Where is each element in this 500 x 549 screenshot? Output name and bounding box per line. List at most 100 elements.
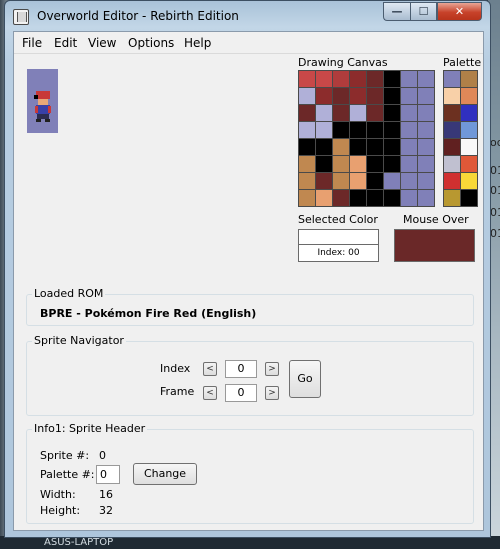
canvas-pixel[interactable] [299,88,315,104]
canvas-pixel[interactable] [333,88,349,104]
palette-swatch[interactable] [461,139,477,155]
canvas-pixel[interactable] [333,71,349,87]
index-prev-button[interactable]: < [203,362,217,376]
canvas-pixel[interactable] [350,139,366,155]
canvas-pixel[interactable] [316,122,332,138]
palette-swatch[interactable] [461,88,477,104]
menu-file[interactable]: File [22,36,42,50]
canvas-pixel[interactable] [367,88,383,104]
canvas-pixel[interactable] [418,122,434,138]
canvas-pixel[interactable] [418,156,434,172]
canvas-pixel[interactable] [299,156,315,172]
canvas-pixel[interactable] [367,105,383,121]
palette-number-input[interactable]: 0 [96,465,120,484]
canvas-pixel[interactable] [367,122,383,138]
palette-swatch[interactable] [461,190,477,206]
canvas-pixel[interactable] [384,105,400,121]
canvas-pixel[interactable] [401,105,417,121]
canvas-pixel[interactable] [384,88,400,104]
canvas-pixel[interactable] [384,122,400,138]
canvas-pixel[interactable] [316,71,332,87]
canvas-pixel[interactable] [350,88,366,104]
frame-next-button[interactable]: > [265,386,279,400]
canvas-pixel[interactable] [333,139,349,155]
maximize-button[interactable]: ☐ [410,2,437,21]
title-bar[interactable]: Overworld Editor - Rebirth Edition — ☐ ✕ [5,1,490,31]
canvas-pixel[interactable] [401,156,417,172]
canvas-pixel[interactable] [333,122,349,138]
canvas-pixel[interactable] [333,156,349,172]
minimize-button[interactable]: — [383,2,410,21]
canvas-pixel[interactable] [299,122,315,138]
palette-swatch[interactable] [461,105,477,121]
palette-grid[interactable] [443,70,478,207]
menu-options[interactable]: Options [128,36,174,50]
canvas-pixel[interactable] [418,88,434,104]
palette-swatch[interactable] [444,88,460,104]
canvas-pixel[interactable] [418,71,434,87]
palette-swatch[interactable] [444,156,460,172]
menu-help[interactable]: Help [184,36,211,50]
canvas-pixel[interactable] [316,173,332,189]
canvas-pixel[interactable] [316,139,332,155]
palette-swatch[interactable] [461,122,477,138]
canvas-pixel[interactable] [401,122,417,138]
canvas-pixel[interactable] [401,190,417,206]
palette-swatch[interactable] [461,173,477,189]
canvas-pixel[interactable] [367,139,383,155]
canvas-pixel[interactable] [333,173,349,189]
frame-prev-button[interactable]: < [203,386,217,400]
canvas-pixel[interactable] [384,156,400,172]
canvas-pixel[interactable] [299,105,315,121]
drawing-canvas[interactable] [298,70,435,207]
canvas-pixel[interactable] [367,156,383,172]
canvas-pixel[interactable] [333,105,349,121]
canvas-pixel[interactable] [350,71,366,87]
close-button[interactable]: ✕ [437,2,482,21]
palette-swatch[interactable] [444,122,460,138]
canvas-pixel[interactable] [384,190,400,206]
canvas-pixel[interactable] [350,190,366,206]
palette-swatch[interactable] [444,139,460,155]
canvas-pixel[interactable] [401,88,417,104]
canvas-pixel[interactable] [418,105,434,121]
canvas-pixel[interactable] [401,139,417,155]
go-button[interactable]: Go [289,360,321,398]
palette-swatch[interactable] [461,156,477,172]
canvas-pixel[interactable] [418,173,434,189]
palette-swatch[interactable] [444,190,460,206]
canvas-pixel[interactable] [299,71,315,87]
canvas-pixel[interactable] [401,173,417,189]
canvas-pixel[interactable] [384,71,400,87]
canvas-pixel[interactable] [316,190,332,206]
canvas-pixel[interactable] [350,156,366,172]
canvas-pixel[interactable] [299,190,315,206]
canvas-pixel[interactable] [350,105,366,121]
canvas-pixel[interactable] [384,139,400,155]
canvas-pixel[interactable] [350,122,366,138]
frame-input[interactable]: 0 [225,384,257,402]
menu-edit[interactable]: Edit [54,36,77,50]
index-next-button[interactable]: > [265,362,279,376]
palette-swatch[interactable] [444,173,460,189]
canvas-pixel[interactable] [316,105,332,121]
canvas-pixel[interactable] [418,139,434,155]
canvas-pixel[interactable] [401,71,417,87]
sprite-preview[interactable] [27,69,58,133]
change-button[interactable]: Change [133,463,197,485]
canvas-pixel[interactable] [367,71,383,87]
canvas-pixel[interactable] [316,156,332,172]
canvas-pixel[interactable] [299,173,315,189]
palette-swatch[interactable] [444,71,460,87]
palette-swatch[interactable] [461,71,477,87]
palette-swatch[interactable] [444,105,460,121]
canvas-pixel[interactable] [333,190,349,206]
canvas-pixel[interactable] [367,173,383,189]
canvas-pixel[interactable] [418,190,434,206]
menu-view[interactable]: View [88,36,116,50]
canvas-pixel[interactable] [299,139,315,155]
canvas-pixel[interactable] [367,190,383,206]
canvas-pixel[interactable] [384,173,400,189]
canvas-pixel[interactable] [350,173,366,189]
canvas-pixel[interactable] [316,88,332,104]
